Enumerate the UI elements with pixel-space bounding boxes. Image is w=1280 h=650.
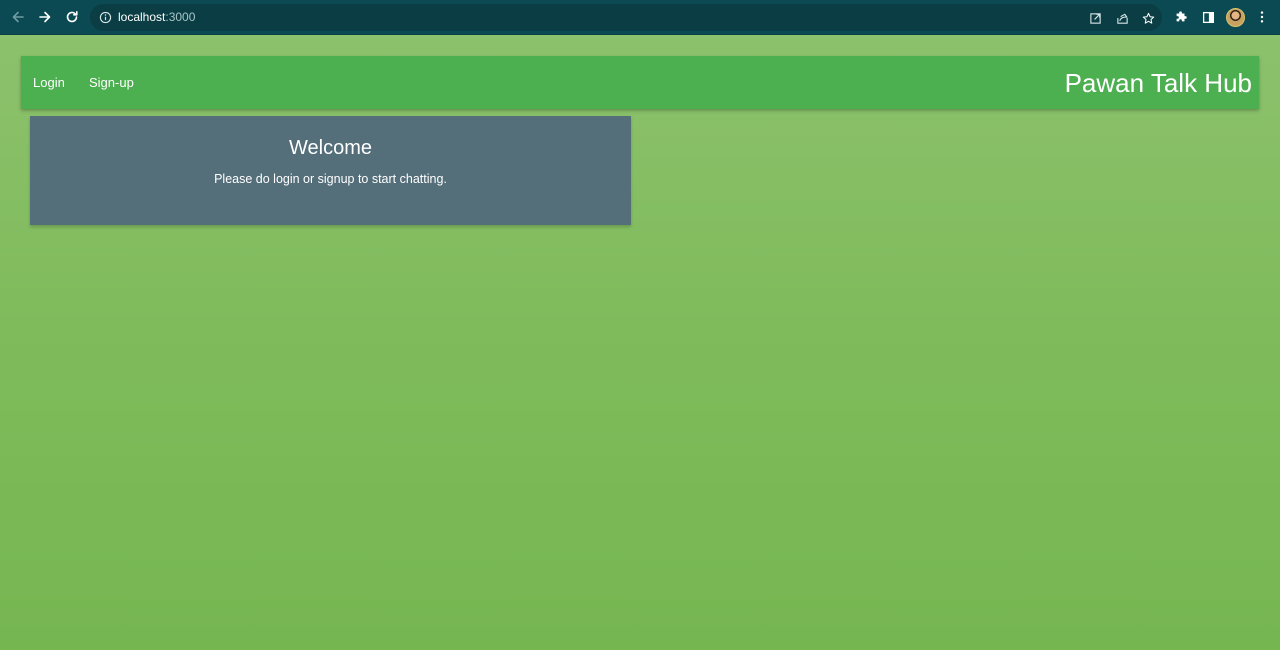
url-port: :3000 [165,10,196,24]
reload-button[interactable] [62,7,82,27]
kebab-menu-icon [1260,11,1264,23]
url-text[interactable]: localhost:3000 [118,10,195,24]
open-external-button[interactable] [1087,10,1103,26]
forward-button[interactable] [35,7,55,27]
brand-title: Pawan Talk Hub [1064,68,1252,98]
arrow-left-icon [12,11,24,23]
avatar[interactable] [1226,8,1245,27]
puzzle-icon [1176,11,1187,22]
reload-icon [66,11,78,23]
arrow-right-icon [39,11,51,23]
signup-link[interactable]: Sign-up [89,75,134,90]
extensions-button[interactable] [1173,9,1189,25]
open-external-icon [1089,12,1101,24]
browser-toolbar: localhost:3000 [0,0,1280,35]
share-icon [1116,13,1128,24]
side-panel-button[interactable] [1200,9,1216,25]
welcome-title: Welcome [289,137,372,159]
welcome-card: Welcome Please do login or signup to sta… [30,116,631,225]
side-panel-icon [1202,11,1214,23]
welcome-message: Please do login or signup to start chatt… [214,172,447,186]
app-navbar: Login Sign-up Pawan Talk Hub [21,56,1259,109]
back-button[interactable] [8,7,28,27]
info-icon[interactable] [99,11,112,24]
menu-button[interactable] [1254,9,1270,25]
star-icon [1142,12,1154,24]
share-button[interactable] [1114,10,1130,26]
url-host: localhost [118,10,166,24]
login-link[interactable]: Login [33,75,65,90]
address-bar[interactable]: localhost:3000 [90,4,1162,31]
bookmark-button[interactable] [1140,10,1156,26]
